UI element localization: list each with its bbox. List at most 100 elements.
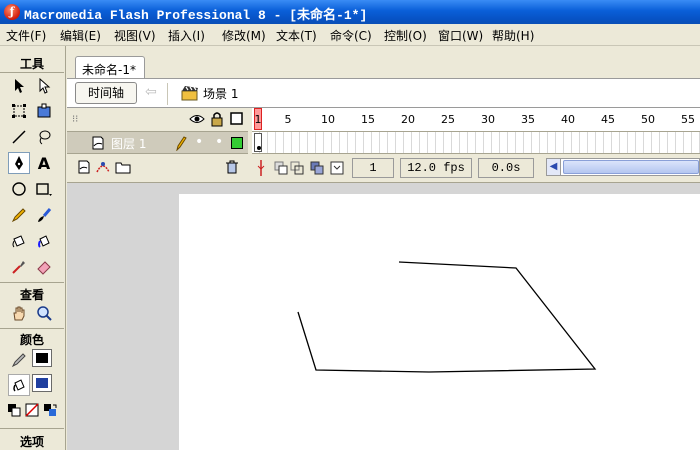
menu-help[interactable]: 帮助(H): [492, 27, 534, 44]
menu-file[interactable]: 文件(F): [6, 27, 46, 44]
current-frame-field: 1: [352, 158, 394, 178]
menu-edit[interactable]: 编辑(E): [60, 27, 101, 44]
title-bar: ƒ Macromedia Flash Professional 8 - [未命名…: [0, 0, 700, 24]
swap-colors-icon[interactable]: [42, 402, 58, 418]
fill-color-swatch[interactable]: [32, 374, 52, 392]
show-hide-eye-icon[interactable]: [189, 112, 205, 129]
layer-edit-pencil-icon: [175, 135, 187, 154]
ruler-number: 20: [401, 113, 415, 126]
selection-tool-icon[interactable]: [8, 75, 30, 97]
ruler-number: 30: [481, 113, 495, 126]
toolbox-divider: [0, 72, 64, 73]
ruler-number: 15: [361, 113, 375, 126]
keyframe-1[interactable]: [254, 133, 262, 152]
work-area: [67, 182, 700, 450]
ink-bottle-tool-icon[interactable]: [8, 230, 30, 252]
menu-window[interactable]: 窗口(W): [438, 27, 483, 44]
eraser-tool-icon[interactable]: [33, 256, 55, 278]
ruler-number: 25: [441, 113, 455, 126]
scene-clapper-icon: [181, 85, 199, 104]
menu-text[interactable]: 文本(T): [276, 27, 317, 44]
layer-outline-color-icon[interactable]: [231, 137, 243, 149]
tools-heading: 工具: [19, 57, 44, 71]
layer-controls: [67, 156, 248, 180]
fill-transform-tool-icon[interactable]: [33, 100, 55, 122]
options-heading: 选项: [19, 435, 44, 449]
layer-lock-dot-icon[interactable]: •: [215, 134, 223, 150]
document-tab-bar: 未命名-1*: [67, 46, 700, 78]
edit-bar: 时间轴 ⇦ 场景 1: [67, 78, 700, 108]
lasso-tool-icon[interactable]: [33, 126, 55, 148]
stroke-color-swatch[interactable]: [32, 349, 52, 367]
menu-insert[interactable]: 插入(I): [168, 27, 205, 44]
onion-skin-icon[interactable]: [274, 161, 288, 178]
menu-bar: 文件(F) 编辑(E) 视图(V) 插入(I) 修改(M) 文本(T) 命令(C…: [0, 24, 700, 46]
fill-color-bucket-icon: [8, 374, 30, 396]
menu-control[interactable]: 控制(O): [384, 27, 427, 44]
frame-rate-field[interactable]: 12.0 fps: [400, 158, 472, 178]
flash-app-icon[interactable]: ƒ: [4, 4, 20, 20]
rectangle-tool-icon[interactable]: [33, 178, 55, 200]
outline-toggle-icon[interactable]: [230, 112, 243, 128]
ruler-number: 55: [681, 113, 695, 126]
hand-tool-icon[interactable]: [8, 302, 30, 324]
scene-label: 场景 1: [203, 87, 239, 101]
colors-heading: 颜色: [19, 333, 44, 347]
edit-bar-divider: [167, 83, 168, 105]
onion-skin-outlines-icon[interactable]: [290, 161, 304, 178]
timeline-grip-icon[interactable]: ⁝⁝: [72, 114, 78, 125]
view-heading: 查看: [19, 288, 44, 302]
toolbox-divider: [0, 328, 64, 329]
frame-ruler[interactable]: 1 5 10 15 20 25 30 35 40 45 50 55: [252, 108, 700, 132]
lock-icon[interactable]: [211, 111, 223, 130]
edit-multiple-frames-icon[interactable]: [310, 161, 324, 178]
document-tab[interactable]: 未命名-1*: [75, 56, 145, 78]
elapsed-time-field: 0.0s: [478, 158, 534, 178]
zoom-tool-icon[interactable]: [33, 302, 55, 324]
eyedropper-tool-icon[interactable]: [8, 256, 30, 278]
insert-layer-folder-icon[interactable]: [115, 160, 131, 177]
scrollbar-thumb[interactable]: [563, 160, 699, 174]
layer-frames[interactable]: [252, 132, 700, 154]
stage-drawing: [297, 261, 597, 373]
black-white-icon[interactable]: [6, 402, 22, 418]
add-motion-guide-icon[interactable]: [95, 160, 111, 177]
pencil-tool-icon[interactable]: [8, 204, 30, 226]
timeline-panel: ⁝⁝ 1 5 10 15 20 25 30 35 40 45 50 55 图层 …: [67, 108, 700, 182]
ruler-number: 35: [521, 113, 535, 126]
keyframe-dot-icon: [257, 146, 261, 150]
ruler-number: 40: [561, 113, 575, 126]
no-color-icon[interactable]: [24, 402, 40, 418]
insert-layer-icon[interactable]: [77, 160, 91, 177]
ruler-number: 10: [321, 113, 335, 126]
back-arrow-icon[interactable]: ⇦: [145, 84, 157, 100]
drawn-pen-path[interactable]: [297, 261, 597, 373]
line-tool-icon[interactable]: [8, 126, 30, 148]
ruler-number: 5: [284, 113, 292, 126]
layer-header: ⁝⁝: [67, 108, 248, 132]
oval-tool-icon[interactable]: [8, 178, 30, 200]
center-frame-icon[interactable]: [256, 160, 266, 179]
ruler-number: 50: [641, 113, 655, 126]
timeline-toggle-button[interactable]: 时间轴: [75, 82, 137, 104]
menu-view[interactable]: 视图(V): [114, 27, 156, 44]
layer-row[interactable]: 图层 1 • •: [67, 132, 248, 154]
layer-page-icon: [91, 136, 105, 153]
modify-onion-markers-icon[interactable]: [330, 161, 344, 178]
toolbox-divider: [0, 428, 64, 429]
brush-tool-icon[interactable]: [33, 204, 55, 226]
layer-visible-dot-icon[interactable]: •: [195, 134, 203, 150]
paint-bucket-tool-icon[interactable]: [33, 230, 55, 252]
subselection-tool-icon[interactable]: [33, 75, 55, 97]
menu-modify[interactable]: 修改(M): [222, 27, 266, 44]
pen-tool-icon[interactable]: [8, 152, 30, 174]
text-tool-icon[interactable]: A: [33, 152, 55, 174]
scroll-left-arrow-icon[interactable]: ◀: [547, 159, 561, 175]
stage-canvas[interactable]: [179, 194, 700, 450]
timeline-horizontal-scrollbar[interactable]: ◀: [546, 158, 700, 176]
menu-commands[interactable]: 命令(C): [330, 27, 372, 44]
toolbox-panel: 工具 A 查看 颜色 选项: [0, 46, 66, 450]
layer-name[interactable]: 图层 1: [111, 135, 146, 152]
free-transform-tool-icon[interactable]: [8, 100, 30, 122]
delete-layer-trash-icon[interactable]: [225, 160, 239, 177]
